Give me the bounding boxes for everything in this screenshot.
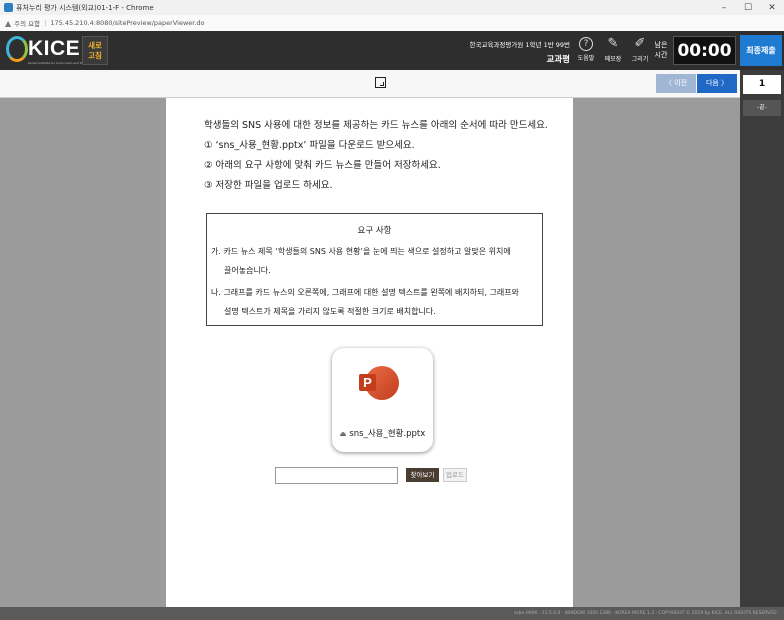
end-marker: -끝- — [743, 100, 781, 116]
current-page-button[interactable]: 1 — [743, 75, 781, 94]
copyright-text: ssbo-0906 · 11.5.0.0 · WINDOW 1000 1386 … — [514, 611, 778, 616]
document-area: 학생들의 SNS 사용에 대한 정보를 제공하는 카드 뉴스를 아래의 순서에 … — [0, 98, 740, 607]
kice-logo: KICE Korea Institute for Curriculum and … — [6, 35, 96, 66]
window-title: 퓨처누리 평가 시스템(외교)01-1-F - Chrome — [16, 3, 154, 12]
warning-icon: ▲ — [5, 18, 12, 28]
subject-name: 교과평 — [546, 55, 570, 65]
draw-icon: ✐ — [634, 36, 646, 51]
powerpoint-letter-icon: P — [359, 374, 376, 391]
upload-file-path-input[interactable] — [275, 467, 398, 484]
fit-screen-icon[interactable] — [375, 77, 386, 88]
memo-button[interactable]: ✎ 메모장 — [602, 36, 624, 63]
remaining-label-2: 시간 — [654, 51, 668, 59]
requirement-b-line-2: 설명 텍스트가 제목을 가리지 않도록 적절한 크기로 배치합니다. — [224, 307, 436, 316]
close-icon[interactable]: ✕ — [760, 3, 784, 13]
url-text[interactable]: 175.45.210.4:8080/sitePreview/paperViewe… — [50, 19, 204, 27]
powerpoint-icon: P — [359, 366, 399, 400]
app-header: KICE Korea Institute for Curriculum and … — [0, 31, 784, 70]
remaining-label-1: 남은 — [654, 41, 668, 49]
final-submit-button[interactable]: 최종제출 — [740, 35, 782, 66]
footer-bar: ssbo-0906 · 11.5.0.0 · WINDOW 1000 1386 … — [0, 607, 784, 620]
draw-button[interactable]: ✐ 그리기 — [629, 36, 651, 63]
download-icon: ⏏ — [339, 430, 347, 438]
minimize-icon[interactable]: – — [712, 3, 736, 13]
maximize-icon[interactable]: ☐ — [736, 3, 760, 13]
draw-label: 그리기 — [631, 56, 649, 63]
requirement-a-line-1: 가. 카드 뉴스 제목 ‘학생들의 SNS 사용 현황’을 눈에 띄는 색으로 … — [211, 247, 511, 256]
requirements-box: 요구 사항 가. 카드 뉴스 제목 ‘학생들의 SNS 사용 현황’을 눈에 띄… — [206, 213, 543, 326]
question-paper: 학생들의 SNS 사용에 대한 정보를 제공하는 카드 뉴스를 아래의 순서에 … — [166, 98, 573, 607]
timer-display: 00:00 — [673, 36, 736, 65]
refresh-label-2: 고침 — [88, 51, 102, 60]
file-name[interactable]: ⏏ sns_사용_현황.pptx — [332, 427, 433, 439]
requirement-b-line-1: 나. 그래프를 카드 뉴스의 오른쪽에, 그래프에 대한 설명 텍스트를 왼쪽에… — [211, 288, 519, 297]
help-button[interactable]: ? 도움말 — [575, 36, 597, 62]
memo-icon: ✎ — [607, 36, 619, 51]
requirement-a-line-2: 끌어놓습니다. — [224, 266, 271, 275]
help-label: 도움말 — [577, 55, 595, 62]
security-label: 주의 요함 — [14, 20, 41, 28]
requirements-title: 요구 사항 — [357, 226, 392, 236]
remaining-time-label: 남은 시간 — [651, 40, 671, 60]
next-button[interactable]: 다음 〉 — [697, 74, 737, 93]
question-step-2: ② 아래의 요구 사항에 맞춰 카드 뉴스를 만들어 저장하세요. — [204, 160, 441, 171]
upload-button[interactable]: 업로드 — [443, 468, 467, 482]
prev-button[interactable]: 〈 이전 — [656, 74, 696, 93]
logo-text: KICE — [28, 37, 81, 60]
question-step-3: ③ 저장한 파일을 업로드 하세요. — [204, 180, 333, 191]
logo-ring-icon — [6, 36, 28, 62]
memo-label: 메모장 — [604, 56, 622, 63]
examinee-info: 한국교육과정평가원 1학년 1반 99번 — [469, 41, 570, 49]
viewer-toolbar: 〈 이전 다음 〉 — [0, 70, 784, 98]
file-name-text: sns_사용_현황.pptx — [349, 429, 426, 439]
browser-titlebar: 퓨처누리 평가 시스템(외교)01-1-F - Chrome – ☐ ✕ — [0, 0, 784, 15]
refresh-button[interactable]: 새로 고침 — [82, 36, 108, 65]
question-instruction: 학생들의 SNS 사용에 대한 정보를 제공하는 카드 뉴스를 아래의 순서에 … — [204, 120, 548, 131]
refresh-label-1: 새로 — [88, 41, 102, 50]
page-navigator: 1 -끝- — [740, 70, 784, 607]
question-step-1: ① ‘sns_사용_현황.pptx’ 파일을 다운로드 받으세요. — [204, 140, 415, 151]
question-icon: ? — [579, 37, 593, 51]
app-favicon-icon — [4, 3, 13, 12]
address-bar[interactable]: ▲ 주의 요함 | 175.45.210.4:8080/sitePreview/… — [0, 15, 784, 32]
exam-info: 한국교육과정평가원 1학년 1반 99번 교과평 — [452, 39, 570, 65]
download-file-card[interactable]: P ⏏ sns_사용_현황.pptx — [332, 348, 433, 452]
browse-button[interactable]: 찾아보기 — [406, 468, 439, 482]
